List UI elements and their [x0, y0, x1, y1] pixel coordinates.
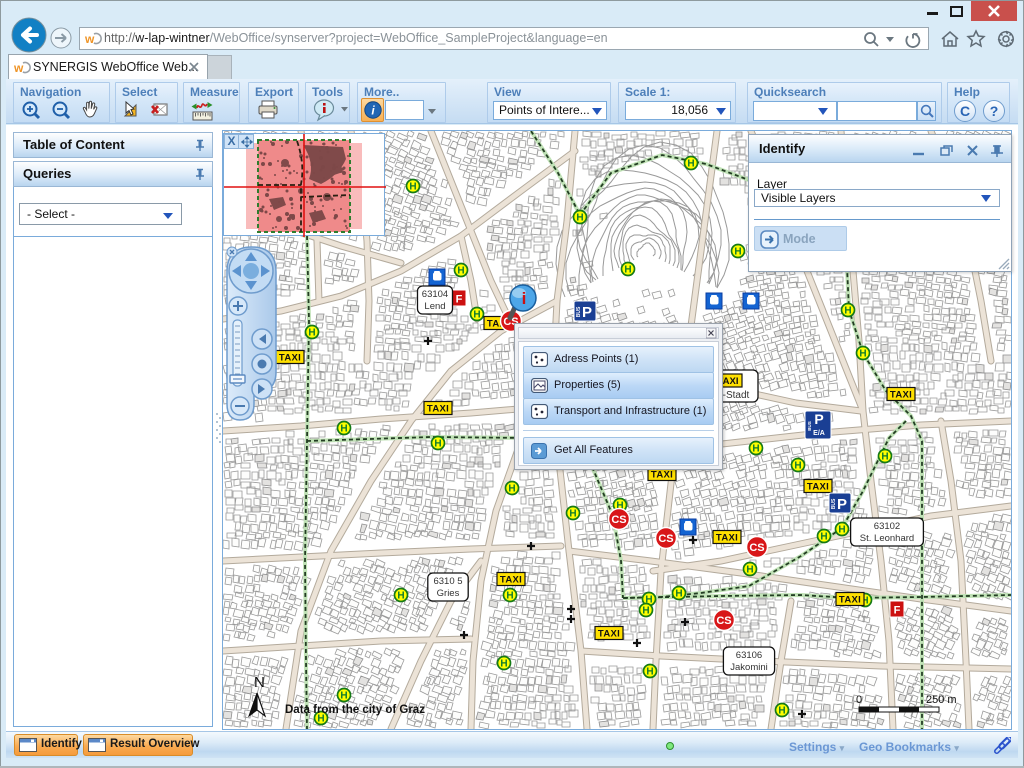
svg-text:63106: 63106	[736, 650, 762, 661]
svg-text:H: H	[340, 691, 347, 702]
svg-text:H: H	[675, 589, 682, 600]
svg-text:H: H	[859, 349, 866, 360]
svg-text:H: H	[642, 606, 649, 617]
svg-text:H: H	[838, 525, 845, 536]
svg-text:H: H	[340, 424, 347, 435]
svg-text:BUS: BUS	[807, 421, 812, 431]
svg-text:BUS: BUS	[831, 498, 837, 509]
svg-text:H: H	[624, 265, 631, 276]
svg-text:H: H	[434, 439, 441, 450]
svg-text:CS: CS	[749, 542, 764, 554]
svg-text:TAXI: TAXI	[839, 595, 861, 606]
svg-text:P: P	[582, 304, 592, 321]
svg-text:TAXI: TAXI	[279, 353, 301, 364]
svg-text:250 m: 250 m	[926, 694, 957, 706]
svg-text:BUS: BUS	[576, 306, 582, 317]
svg-text:i: i	[522, 289, 527, 308]
svg-text:H: H	[409, 182, 416, 193]
svg-text:TAXI: TAXI	[598, 629, 620, 640]
svg-text:CS: CS	[658, 533, 673, 545]
svg-text:H: H	[508, 484, 515, 495]
svg-text:0: 0	[856, 694, 862, 706]
svg-text:TAXI: TAXI	[890, 390, 912, 401]
svg-text:F: F	[894, 605, 901, 617]
svg-text:H: H	[500, 659, 507, 670]
svg-text:Gries: Gries	[437, 588, 460, 599]
svg-text:H: H	[308, 328, 315, 339]
svg-text:63102: 63102	[874, 521, 900, 532]
svg-text:TAXI: TAXI	[807, 482, 829, 493]
svg-text:CS: CS	[716, 615, 731, 627]
svg-text:H: H	[844, 306, 851, 317]
svg-text:P: P	[837, 496, 847, 513]
svg-text:N: N	[254, 674, 265, 691]
svg-text:6310 5: 6310 5	[433, 576, 462, 587]
svg-text:H: H	[569, 509, 576, 520]
svg-text:Data from the city of Graz: Data from the city of Graz	[285, 704, 425, 716]
svg-text:-Stadt: -Stadt	[723, 390, 750, 401]
svg-text:H: H	[734, 247, 741, 258]
svg-text:H: H	[778, 706, 785, 717]
svg-text:H: H	[457, 266, 464, 277]
svg-text:H: H	[752, 444, 759, 455]
svg-text:H: H	[687, 159, 694, 170]
svg-text:w: w	[14, 61, 24, 75]
svg-text:Lend: Lend	[424, 301, 445, 312]
svg-text:E/A: E/A	[813, 430, 825, 437]
svg-text:TAXI: TAXI	[651, 470, 673, 481]
svg-text:w: w	[85, 32, 95, 46]
svg-text:Jakomini: Jakomini	[730, 662, 768, 673]
svg-text:H: H	[397, 591, 404, 602]
svg-text:H: H	[506, 591, 513, 602]
svg-text:H: H	[794, 461, 801, 472]
svg-text:TAXI: TAXI	[427, 404, 449, 415]
svg-text:F: F	[456, 294, 463, 306]
svg-text:H: H	[576, 213, 583, 224]
svg-text:H: H	[746, 565, 753, 576]
svg-text:P: P	[814, 411, 823, 427]
svg-text:H: H	[820, 532, 827, 543]
svg-text:TAXI: TAXI	[500, 575, 522, 586]
svg-text:TAXI: TAXI	[716, 533, 738, 544]
svg-text:CS: CS	[611, 514, 626, 526]
svg-text:H: H	[473, 310, 480, 321]
svg-text:63104: 63104	[422, 289, 448, 300]
svg-text:H: H	[646, 667, 653, 678]
svg-text:St. Leonhard: St. Leonhard	[860, 533, 914, 544]
svg-text:H: H	[881, 452, 888, 463]
